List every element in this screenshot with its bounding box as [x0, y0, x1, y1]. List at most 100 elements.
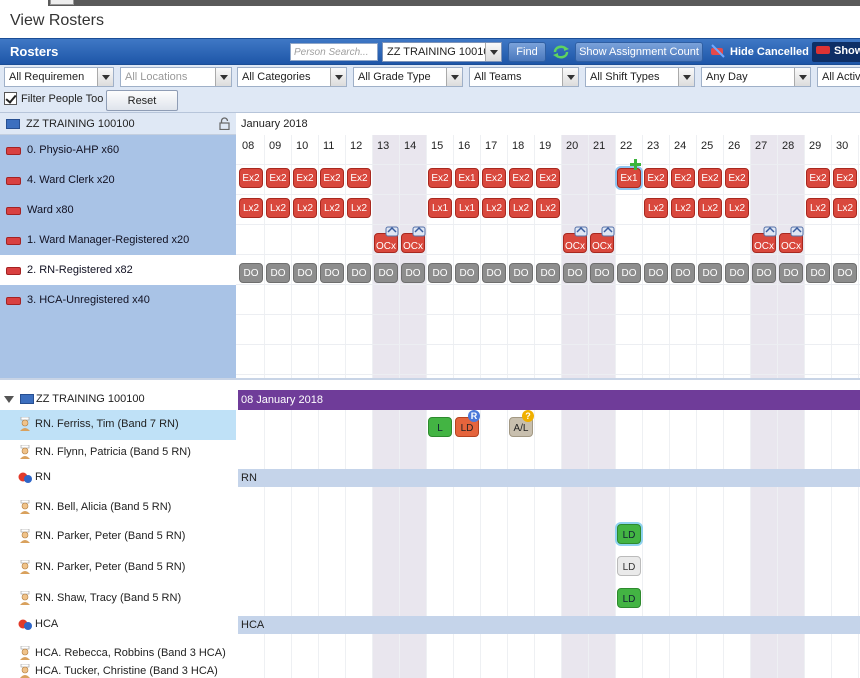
shift-block[interactable]: Ex2 [833, 168, 857, 188]
shift-block[interactable]: DO [725, 263, 749, 283]
shift-block[interactable]: DO [590, 263, 614, 283]
person-row[interactable]: HCA. Tucker, Christine (Band 3 HCA) [0, 664, 860, 678]
show-button[interactable]: Show [812, 42, 860, 62]
shift-block[interactable]: L [428, 417, 452, 437]
shift-block[interactable]: Lx2 [806, 198, 830, 218]
find-button[interactable]: Find [508, 42, 546, 62]
person-row[interactable]: RN. Parker, Peter (Band 5 RN) [0, 521, 860, 553]
shift-block[interactable]: LD [617, 524, 641, 544]
shift-block[interactable]: Ex2 [806, 168, 830, 188]
shift-block[interactable]: DO [671, 263, 695, 283]
shift-block[interactable]: DO [428, 263, 452, 283]
refresh-icon[interactable] [552, 44, 570, 60]
teams-filter[interactable]: All Teams [469, 67, 579, 87]
person-row[interactable]: RN. Bell, Alicia (Band 5 RN) [0, 494, 860, 522]
shift-block[interactable]: Lx2 [293, 198, 317, 218]
shift-block[interactable]: Ex2 [482, 168, 506, 188]
filter-people-checkbox[interactable] [4, 92, 17, 105]
shift-block[interactable]: Ex2 [644, 168, 668, 188]
shift-types-filter[interactable]: All Shift Types [585, 67, 695, 87]
activity-filter[interactable]: All Activ [817, 67, 860, 87]
role-group-row[interactable]: HCA HCA [0, 616, 860, 638]
requirement-row[interactable]: Ward x80 [0, 195, 236, 225]
shift-block[interactable]: DO [239, 263, 263, 283]
shift-block[interactable]: Lx1 [428, 198, 452, 218]
person-row[interactable]: RN. Flynn, Patricia (Band 5 RN) [0, 440, 860, 466]
shift-block[interactable]: DO [374, 263, 398, 283]
shift-block[interactable]: Ex2 [266, 168, 290, 188]
shift-block[interactable]: Ex1 [617, 168, 641, 188]
shift-block[interactable]: DO [833, 263, 857, 283]
person-search-input[interactable] [290, 43, 378, 61]
requirement-row[interactable]: 0. Physio-AHP x60 [0, 135, 236, 165]
shift-block[interactable]: Lx2 [347, 198, 371, 218]
shift-block[interactable]: Lx2 [482, 198, 506, 218]
hide-cancelled-toggle[interactable]: Hide Cancelled [710, 43, 809, 61]
chevron-down-icon[interactable] [678, 68, 694, 86]
shift-block[interactable]: DO [509, 263, 533, 283]
chevron-down-icon[interactable] [485, 43, 501, 61]
categories-filter[interactable]: All Categories [237, 67, 347, 87]
shift-block[interactable]: Lx2 [671, 198, 695, 218]
shift-block[interactable]: DO [320, 263, 344, 283]
shift-block[interactable]: Ex2 [293, 168, 317, 188]
shift-block[interactable]: Ex2 [725, 168, 749, 188]
shift-block[interactable]: Lx2 [320, 198, 344, 218]
lock-icon[interactable] [219, 117, 230, 130]
shift-block[interactable]: Lx2 [266, 198, 290, 218]
chevron-down-icon[interactable] [330, 68, 346, 86]
shift-block[interactable]: DO [455, 263, 479, 283]
requirement-row[interactable]: 3. HCA-Unregistered x40 [0, 285, 236, 315]
chevron-down-icon[interactable] [794, 68, 810, 86]
shift-block[interactable]: DO [698, 263, 722, 283]
shift-block[interactable]: Lx2 [509, 198, 533, 218]
shift-block[interactable]: Lx2 [644, 198, 668, 218]
shift-block[interactable]: Lx1 [455, 198, 479, 218]
shift-block[interactable]: DO [266, 263, 290, 283]
shift-block[interactable]: Lx2 [536, 198, 560, 218]
show-assignment-count-button[interactable]: Show Assignment Count [575, 42, 703, 62]
shift-block[interactable]: Lx2 [725, 198, 749, 218]
shift-block[interactable]: DO [293, 263, 317, 283]
add-shift-icon[interactable] [630, 159, 641, 170]
shift-block[interactable]: DO [482, 263, 506, 283]
shift-block[interactable]: Lx2 [239, 198, 263, 218]
shift-block[interactable]: Lx2 [833, 198, 857, 218]
shift-block[interactable]: Ex2 [239, 168, 263, 188]
shift-block[interactable]: DO [806, 263, 830, 283]
person-row[interactable]: RN. Shaw, Tracy (Band 5 RN) [0, 584, 860, 614]
person-row[interactable]: HCA. Rebecca, Robbins (Band 3 HCA) [0, 641, 860, 667]
role-group-row[interactable]: RN RN [0, 469, 860, 491]
shift-block[interactable]: Ex2 [320, 168, 344, 188]
shift-block[interactable]: DO [617, 263, 641, 283]
shift-block[interactable]: Ex2 [671, 168, 695, 188]
shift-block[interactable]: Ex2 [509, 168, 533, 188]
unit-select[interactable]: ZZ TRAINING 10010 [382, 42, 502, 62]
shift-block[interactable]: LD [617, 588, 641, 608]
shift-block[interactable]: Ex1 [455, 168, 479, 188]
requirement-row[interactable]: 1. Ward Manager-Registered x20 [0, 225, 236, 255]
requirement-row[interactable]: 2. RN-Registered x82 [0, 255, 236, 285]
grade-type-filter[interactable]: All Grade Type [353, 67, 463, 87]
shift-block[interactable]: DO [536, 263, 560, 283]
shift-block[interactable]: DO [401, 263, 425, 283]
shift-block[interactable]: DO [779, 263, 803, 283]
person-row[interactable]: RN. Parker, Peter (Band 5 RN) [0, 552, 860, 584]
shift-block[interactable]: DO [644, 263, 668, 283]
day-filter[interactable]: Any Day [701, 67, 811, 87]
window-chrome-tab[interactable] [50, 0, 74, 5]
shift-block[interactable]: Ex2 [536, 168, 560, 188]
shift-block[interactable]: DO [563, 263, 587, 283]
requirements-filter[interactable]: All Requiremen [4, 67, 114, 87]
chevron-down-icon[interactable] [97, 68, 113, 86]
chevron-down-icon[interactable] [446, 68, 462, 86]
shift-block[interactable]: DO [752, 263, 776, 283]
chevron-down-icon[interactable] [562, 68, 578, 86]
shift-block[interactable]: Ex2 [347, 168, 371, 188]
shift-block[interactable]: Ex2 [698, 168, 722, 188]
reset-button[interactable]: Reset [106, 90, 178, 111]
requirement-row[interactable]: 4. Ward Clerk x20 [0, 165, 236, 195]
shift-block[interactable]: Lx2 [698, 198, 722, 218]
collapse-triangle-icon[interactable] [4, 396, 14, 403]
shift-block[interactable]: LD [617, 556, 641, 576]
